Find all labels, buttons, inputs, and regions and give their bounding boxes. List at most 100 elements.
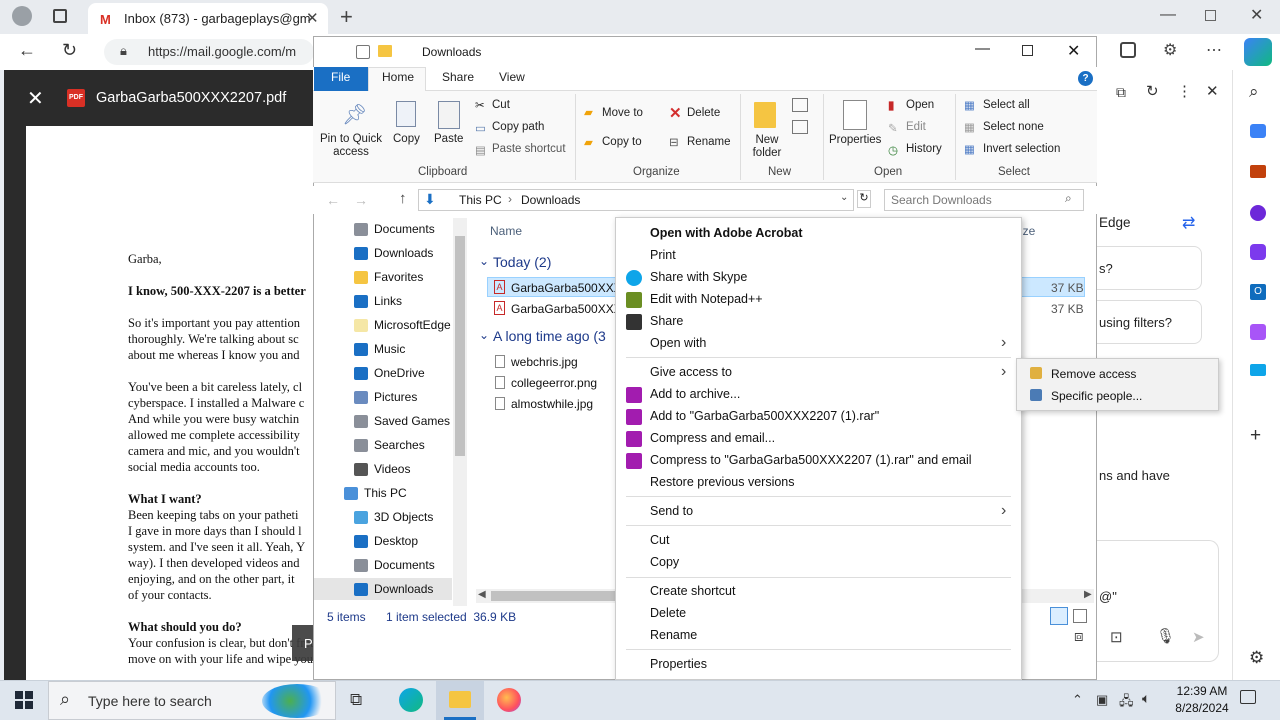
image-input-icon[interactable]: ⧈ (1074, 628, 1084, 645)
nav-item[interactable]: Downloads (374, 582, 433, 596)
scroll-left-icon[interactable]: ◀ (478, 589, 486, 600)
panel-more-icon[interactable]: ⋮ (1177, 82, 1192, 100)
details-view-icon[interactable] (1050, 607, 1068, 625)
nav-scrollbar-thumb[interactable] (455, 236, 465, 456)
close-browser-icon[interactable]: ✕ (1250, 5, 1263, 25)
context-menu-item[interactable]: Add to archive... (650, 387, 740, 401)
help-icon[interactable]: ? (1078, 71, 1093, 86)
context-menu-item[interactable]: Create shortcut (650, 584, 735, 598)
nav-item[interactable]: Links (374, 294, 402, 308)
copy-to-button[interactable]: Copy to (602, 136, 642, 148)
group-long-ago[interactable]: A long time ago (3 (493, 328, 606, 344)
history-button[interactable]: History (906, 143, 942, 155)
column-name[interactable]: Name (490, 224, 522, 238)
refresh-icon[interactable]: ↻ (62, 40, 77, 61)
horizontal-scrollbar-thumb[interactable] (491, 591, 615, 601)
close-tab-icon[interactable]: ✕ (306, 9, 319, 27)
minimize-browser-icon[interactable]: — (1160, 6, 1176, 24)
column-size[interactable]: ize (1020, 224, 1035, 238)
context-menu-item[interactable]: Send to (650, 504, 693, 518)
file-name[interactable]: almostwhile.jpg (511, 397, 593, 411)
back-icon[interactable]: ← (18, 40, 36, 61)
nav-item[interactable]: OneDrive (374, 366, 425, 380)
select-none-button[interactable]: Select none (983, 121, 1044, 133)
screenshot-icon[interactable]: ⊡ (1110, 628, 1123, 646)
properties-button[interactable]: Properties (829, 134, 881, 146)
games-icon[interactable] (1250, 205, 1266, 221)
copy-button[interactable]: Copy (393, 133, 420, 145)
easy-access-icon[interactable] (792, 120, 808, 134)
address-bar[interactable]: 🔒︎ https://mail.google.com/m (104, 39, 314, 65)
copilot-icon[interactable] (1244, 38, 1272, 66)
delete-button[interactable]: Delete (687, 107, 720, 119)
context-menu-item[interactable]: Rename (650, 628, 697, 642)
tab-view[interactable]: View (499, 70, 525, 84)
restore-browser-icon[interactable] (1205, 10, 1216, 21)
open-button[interactable]: Open (906, 99, 934, 111)
context-menu-item[interactable]: Compress to "GarbaGarba500XXX2207 (1).ra… (650, 453, 972, 467)
nav-item[interactable]: Videos (374, 462, 410, 476)
move-to-button[interactable]: Move to (602, 107, 643, 119)
sync-icon[interactable]: ⇄ (1182, 213, 1195, 233)
start-icon[interactable] (15, 691, 33, 709)
shopping-icon[interactable] (1250, 124, 1266, 138)
nav-item[interactable]: MicrosoftEdge (374, 318, 451, 332)
profile-icon[interactable] (12, 6, 32, 26)
large-icons-view-icon[interactable] (1073, 609, 1087, 623)
address-dropdown-icon[interactable]: ⌄ (840, 192, 848, 203)
clock-date[interactable]: 8/28/2024 (1170, 701, 1234, 715)
context-menu-item[interactable]: Print (650, 248, 676, 262)
scroll-right-icon[interactable]: ▶ (1084, 589, 1092, 600)
nav-item[interactable]: Saved Games (374, 414, 450, 428)
context-menu-item[interactable]: Edit with Notepad++ (650, 292, 763, 306)
edge-taskbar-icon[interactable] (399, 688, 423, 712)
copy-path-button[interactable]: Copy path (492, 121, 544, 133)
nav-forward-icon[interactable]: → (354, 192, 368, 208)
context-menu-item[interactable]: Open with (650, 336, 706, 350)
nav-item[interactable]: 3D Objects (374, 510, 433, 524)
collections-icon[interactable] (1120, 42, 1136, 58)
maximize-explorer-icon[interactable] (1022, 45, 1033, 56)
group-today[interactable]: Today (2) (493, 254, 551, 270)
file-name[interactable]: GarbaGarba500XXX2 (511, 302, 628, 316)
firefox-taskbar-icon[interactable] (497, 688, 521, 712)
nav-item[interactable]: Downloads (374, 246, 433, 260)
nav-back-icon[interactable]: ← (326, 192, 340, 208)
breadcrumb-this-pc[interactable]: This PC (459, 193, 502, 207)
context-menu-item[interactable]: Share (650, 314, 683, 328)
clock-time[interactable]: 12:39 AM (1170, 684, 1234, 698)
explorer-refresh-icon[interactable]: ↻ (857, 190, 871, 208)
drop-icon[interactable] (1250, 364, 1266, 376)
device-icon[interactable]: ▣ (1096, 692, 1108, 708)
context-menu-item[interactable]: Delete (650, 606, 686, 620)
notification-icon[interactable] (1240, 690, 1256, 704)
file-name[interactable]: GarbaGarba500XXX2 (511, 281, 628, 295)
send-icon[interactable]: ➤ (1192, 628, 1205, 646)
minimize-explorer-icon[interactable]: — (975, 40, 990, 57)
outlook-icon[interactable]: O (1250, 284, 1266, 300)
invert-selection-button[interactable]: Invert selection (983, 143, 1060, 155)
nav-item[interactable]: Documents (374, 558, 435, 572)
context-menu-item[interactable]: Share with Skype (650, 270, 747, 284)
sidebar-settings-icon[interactable]: ⚙ (1249, 648, 1264, 668)
designer-icon[interactable] (1250, 324, 1266, 340)
nav-item[interactable]: Favorites (374, 270, 423, 284)
tab-share[interactable]: Share (442, 70, 474, 84)
file-name[interactable]: collegeerror.png (511, 376, 597, 390)
pin-quick-access-button[interactable]: Pin to Quick access (319, 133, 383, 159)
select-all-button[interactable]: Select all (983, 99, 1030, 111)
remove-access-item[interactable]: Remove access (1051, 367, 1136, 381)
open-in-tab-icon[interactable]: ⧉ (1116, 84, 1126, 101)
panel-refresh-icon[interactable]: ↻ (1146, 82, 1159, 100)
context-menu-item[interactable]: Compress and email... (650, 431, 775, 445)
context-menu-item[interactable]: Restore previous versions (650, 475, 795, 489)
nav-item[interactable]: Music (374, 342, 405, 356)
task-view-icon[interactable]: ⧉ (350, 690, 362, 710)
specific-people-item[interactable]: Specific people... (1051, 389, 1142, 403)
context-menu-item[interactable]: Properties (650, 657, 707, 671)
new-item-icon[interactable] (792, 98, 808, 112)
nav-item[interactable]: Pictures (374, 390, 417, 404)
new-tab-icon[interactable]: + (340, 4, 353, 30)
new-folder-button[interactable]: New folder (749, 134, 785, 160)
file-name[interactable]: webchris.jpg (511, 355, 578, 369)
